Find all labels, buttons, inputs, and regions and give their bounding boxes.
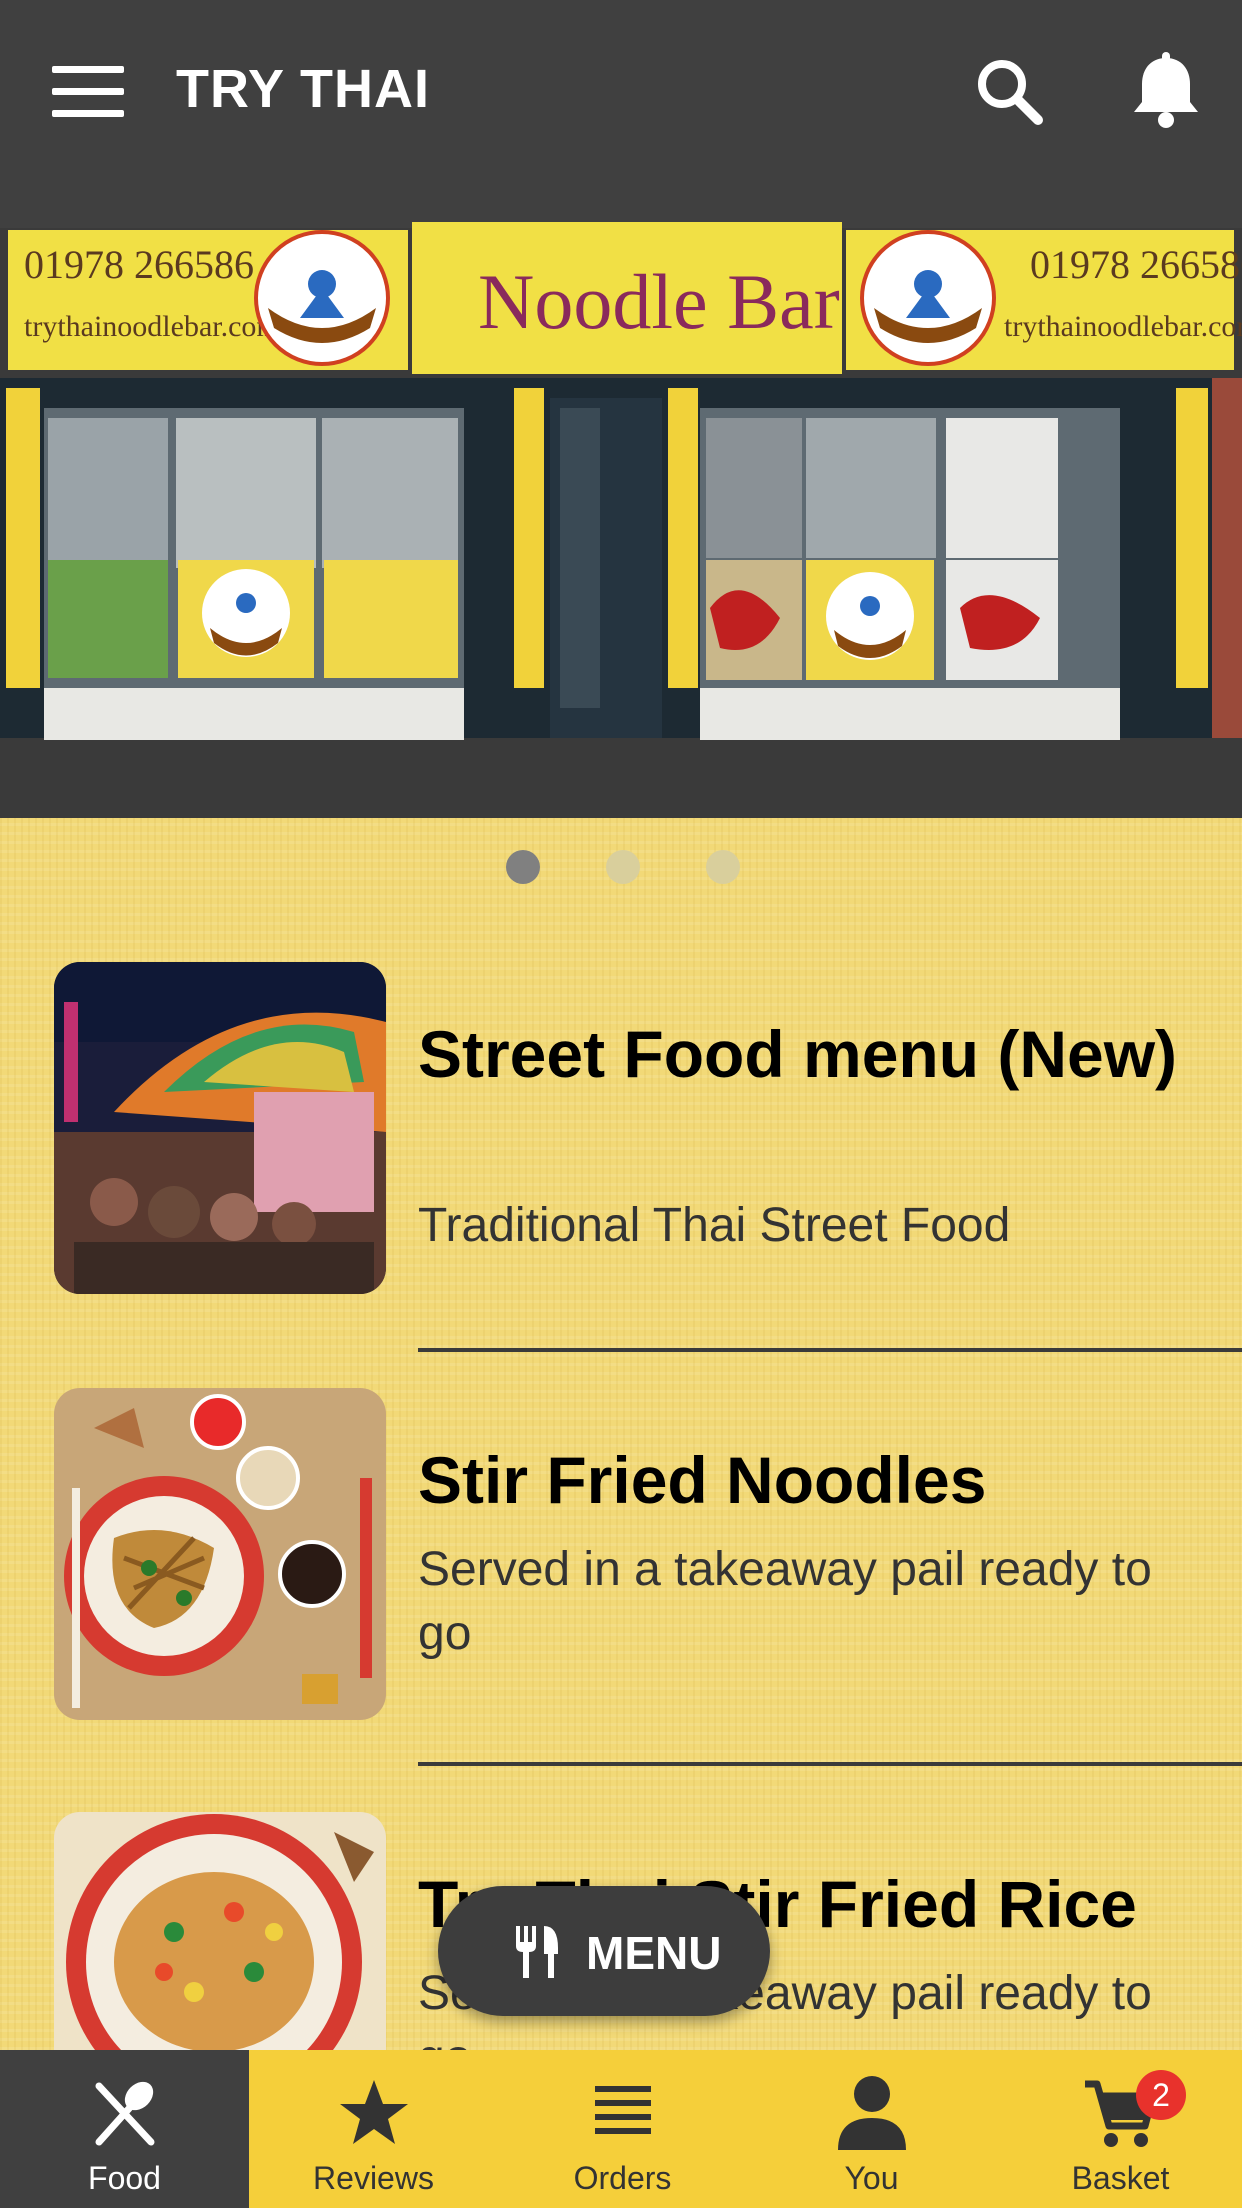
menu-fab-button[interactable]: MENU — [438, 1886, 770, 2016]
menu-fab-label: MENU — [586, 1927, 722, 1979]
street-food-image — [54, 962, 386, 1294]
fork-knife-icon — [0, 2072, 249, 2152]
sign-web-right: trythainoodlebar.com — [1004, 310, 1242, 343]
stir-fried-rice-image — [54, 1812, 386, 2050]
item-divider — [418, 1348, 1242, 1352]
content-area: Street Food menu (New) Traditional Thai … — [0, 818, 1242, 2050]
carousel-dot-3[interactable] — [706, 850, 740, 884]
app-title: TRY THAI — [176, 59, 431, 119]
tab-label: Food — [88, 2160, 161, 2196]
bell-icon[interactable] — [1128, 50, 1204, 130]
item-divider — [418, 1762, 1242, 1766]
bottom-navigation: Food Reviews Orders You 2 Basket — [0, 2050, 1242, 2208]
carousel-dot-1[interactable] — [506, 850, 540, 884]
item-description: Served in a takeaway pail ready to go — [418, 1543, 1152, 1660]
basket-count-badge: 2 — [1136, 2070, 1186, 2120]
sign-phone-left: 01978 266586 — [24, 242, 254, 287]
tab-you[interactable]: You — [747, 2050, 996, 2208]
hero-banner[interactable]: 01978 266586 trythainoodlebar.com Noodle… — [0, 188, 1242, 818]
tab-label: Basket — [1071, 2160, 1170, 2196]
storefront-image: 01978 266586 trythainoodlebar.com Noodle… — [0, 188, 1242, 818]
star-icon — [249, 2072, 498, 2152]
menu-item-stir-fried-noodles[interactable]: Stir Fried Noodles Served in a takeaway … — [0, 1388, 1242, 1808]
item-title: Stir Fried Noodles — [418, 1443, 987, 1517]
person-icon — [747, 2072, 996, 2152]
tab-label: You — [844, 2160, 899, 2196]
search-icon[interactable] — [970, 52, 1050, 132]
menu-item-street-food[interactable]: Street Food menu (New) Traditional Thai … — [0, 962, 1242, 1362]
app-header: TRY THAI — [0, 0, 1242, 188]
tab-label: Orders — [573, 2160, 672, 2196]
hamburger-icon[interactable] — [52, 66, 124, 118]
list-icon — [498, 2072, 747, 2152]
carousel-dot-2[interactable] — [606, 850, 640, 884]
utensils-icon — [510, 1924, 566, 1980]
tab-label: Reviews — [313, 2160, 434, 2196]
sign-phone-right: 01978 266586 — [1030, 242, 1242, 287]
sign-web-left: trythainoodlebar.com — [24, 310, 280, 343]
item-description: Traditional Thai Street Food — [418, 1199, 1011, 1252]
tab-reviews[interactable]: Reviews — [249, 2050, 498, 2208]
stir-fried-noodles-image — [54, 1388, 386, 1720]
carousel-indicator — [0, 850, 1242, 890]
item-title: Street Food menu (New) — [418, 1017, 1178, 1091]
tab-basket[interactable]: 2 Basket — [996, 2050, 1242, 2208]
sign-name: Noodle Bar — [478, 258, 840, 345]
cart-icon — [996, 2072, 1242, 2152]
tab-food[interactable]: Food — [0, 2050, 249, 2208]
tab-orders[interactable]: Orders — [498, 2050, 747, 2208]
